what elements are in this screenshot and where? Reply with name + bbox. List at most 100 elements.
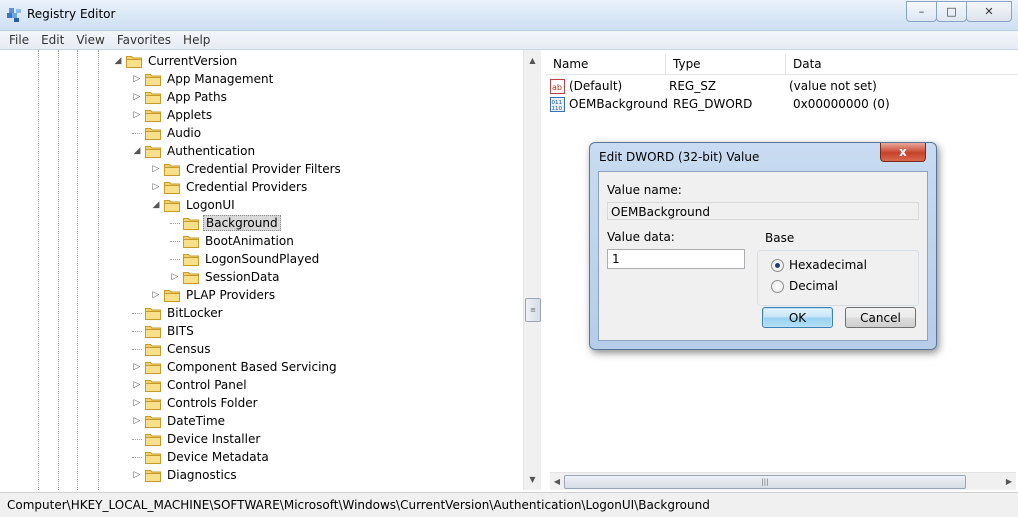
value-data: (value not set)	[789, 79, 877, 93]
tree-connector	[132, 132, 142, 134]
scroll-left-icon[interactable]: ◀	[550, 473, 564, 490]
tree-vertical-scrollbar[interactable]: ▲ ≡ ▼	[523, 50, 541, 490]
collapsed-arrow-icon[interactable]: ▷	[170, 272, 180, 282]
minimize-button[interactable]: –	[906, 1, 937, 22]
list-header: Name Type Data	[546, 54, 1018, 75]
column-type-header[interactable]: Type	[666, 54, 786, 74]
ok-button[interactable]: OK	[762, 307, 833, 328]
maximize-icon: □	[946, 5, 957, 18]
folder-icon	[145, 307, 161, 320]
scroll-up-icon[interactable]: ▲	[524, 52, 541, 69]
collapsed-arrow-icon[interactable]: ▷	[132, 74, 142, 84]
collapsed-arrow-icon[interactable]: ▷	[132, 416, 142, 426]
list-horizontal-scrollbar[interactable]: ◀ ||| ▶	[550, 472, 1016, 490]
folder-icon	[145, 145, 161, 158]
tree-node[interactable]: BITS	[132, 322, 196, 340]
tree-node-label: BITS	[167, 324, 194, 338]
close-window-button[interactable]: ✕	[966, 1, 1012, 22]
tree-node[interactable]: Device Installer	[132, 430, 262, 448]
string-value-icon: ab	[550, 78, 565, 94]
list-scroll-thumb[interactable]: |||	[564, 475, 966, 489]
menu-file[interactable]: File	[3, 31, 35, 49]
collapsed-arrow-icon[interactable]: ▷	[132, 380, 142, 390]
dialog-close-button[interactable]: x	[880, 143, 926, 162]
collapsed-arrow-icon[interactable]: ▷	[132, 398, 142, 408]
collapsed-arrow-icon[interactable]: ▷	[151, 164, 161, 174]
value-data-input[interactable]	[607, 249, 745, 269]
value-type: REG_DWORD	[673, 97, 753, 111]
decimal-radio[interactable]: Decimal	[771, 279, 838, 293]
registry-tree[interactable]: ◢ CurrentVersion ▷ App Management ▷ App Paths…	[0, 50, 541, 490]
collapsed-arrow-icon[interactable]: ▷	[132, 110, 142, 120]
folder-icon	[145, 343, 161, 356]
folder-icon	[145, 127, 161, 140]
tree-scroll-thumb[interactable]: ≡	[525, 298, 541, 322]
tree-node[interactable]: ▷ DateTime	[132, 412, 227, 430]
menu-favorites[interactable]: Favorites	[111, 31, 177, 49]
value-data: 0x00000000 (0)	[793, 97, 890, 111]
tree-node[interactable]: ▷ Applets	[132, 106, 214, 124]
tree-node[interactable]: ▷ App Paths	[132, 88, 229, 106]
tree-connector	[132, 348, 142, 350]
column-name-header[interactable]: Name	[546, 54, 666, 74]
tree-node[interactable]: LogonSoundPlayed	[170, 250, 321, 268]
tree-node[interactable]: ◢ CurrentVersion	[113, 52, 239, 70]
edit-dword-dialog: Edit DWORD (32-bit) Value x Value name: …	[589, 142, 937, 350]
column-data-header[interactable]: Data	[786, 54, 1018, 74]
tree-node[interactable]: ▷ Diagnostics	[132, 466, 239, 484]
tree-node-label: Census	[167, 342, 211, 356]
collapsed-arrow-icon[interactable]: ▷	[151, 182, 161, 192]
tree-node-label: LogonSoundPlayed	[205, 252, 320, 266]
collapsed-arrow-icon[interactable]: ▷	[132, 470, 142, 480]
tree-connector	[132, 312, 142, 314]
expanded-arrow-icon[interactable]: ◢	[132, 146, 142, 156]
cancel-button[interactable]: Cancel	[845, 307, 916, 328]
collapsed-arrow-icon[interactable]: ▷	[132, 362, 142, 372]
hexadecimal-radio[interactable]: Hexadecimal	[771, 258, 867, 272]
tree-node[interactable]: ▷ Controls Folder	[132, 394, 260, 412]
tree-node[interactable]: ▷ App Management	[132, 70, 275, 88]
folder-icon	[145, 433, 161, 446]
tree-node[interactable]: ▷ Control Panel	[132, 376, 249, 394]
list-item[interactable]: ab (Default) REG_SZ (value not set)	[550, 77, 877, 95]
tree-node-label: App Paths	[167, 90, 227, 104]
tree-node[interactable]: ▷ SessionData	[170, 268, 281, 286]
list-item[interactable]: 011 110 OEMBackground REG_DWORD 0x000000…	[550, 95, 890, 113]
tree-guide-line	[38, 50, 39, 490]
tree-node-label: Background	[203, 215, 281, 231]
tree-node[interactable]: BitLocker	[132, 304, 225, 322]
tree-node[interactable]: ▷ Credential Provider Filters	[151, 160, 343, 178]
value-type: REG_SZ	[669, 79, 717, 93]
tree-node[interactable]: ▷ PLAP Providers	[151, 286, 277, 304]
tree-node[interactable]: Device Metadata	[132, 448, 271, 466]
tree-node[interactable]: Background	[170, 214, 281, 232]
radio-selected-icon	[771, 258, 784, 272]
collapsed-arrow-icon[interactable]: ▷	[151, 290, 161, 300]
expanded-arrow-icon[interactable]: ◢	[151, 200, 161, 210]
tree-node[interactable]: ◢ Authentication	[132, 142, 257, 160]
value-name: (Default)	[569, 79, 623, 93]
scroll-down-icon[interactable]: ▼	[524, 471, 541, 488]
tree-node[interactable]: ▷ Component Based Servicing	[132, 358, 339, 376]
menu-view[interactable]: View	[70, 31, 110, 49]
maximize-button[interactable]: □	[936, 1, 967, 22]
tree-node[interactable]: Audio	[132, 124, 203, 142]
close-icon: ✕	[984, 5, 994, 18]
menu-help[interactable]: Help	[177, 31, 216, 49]
folder-icon	[145, 397, 161, 410]
folder-icon	[145, 469, 161, 482]
collapsed-arrow-icon[interactable]: ▷	[132, 92, 142, 102]
value-name-field: OEMBackground	[607, 202, 919, 220]
expanded-arrow-icon[interactable]: ◢	[113, 56, 123, 66]
menu-edit[interactable]: Edit	[35, 31, 70, 49]
tree-node-label: Device Metadata	[167, 450, 269, 464]
value-name: OEMBackground	[569, 97, 668, 111]
tree-node[interactable]: ▷ Credential Providers	[151, 178, 309, 196]
scroll-right-icon[interactable]: ▶	[1002, 473, 1016, 490]
menu-bar: File Edit View Favorites Help	[0, 31, 1018, 50]
folder-icon	[126, 55, 142, 68]
tree-node[interactable]: Census	[132, 340, 212, 358]
tree-node[interactable]: BootAnimation	[170, 232, 296, 250]
tree-node[interactable]: ◢ LogonUI	[151, 196, 237, 214]
tree-node-label: DateTime	[167, 414, 226, 428]
